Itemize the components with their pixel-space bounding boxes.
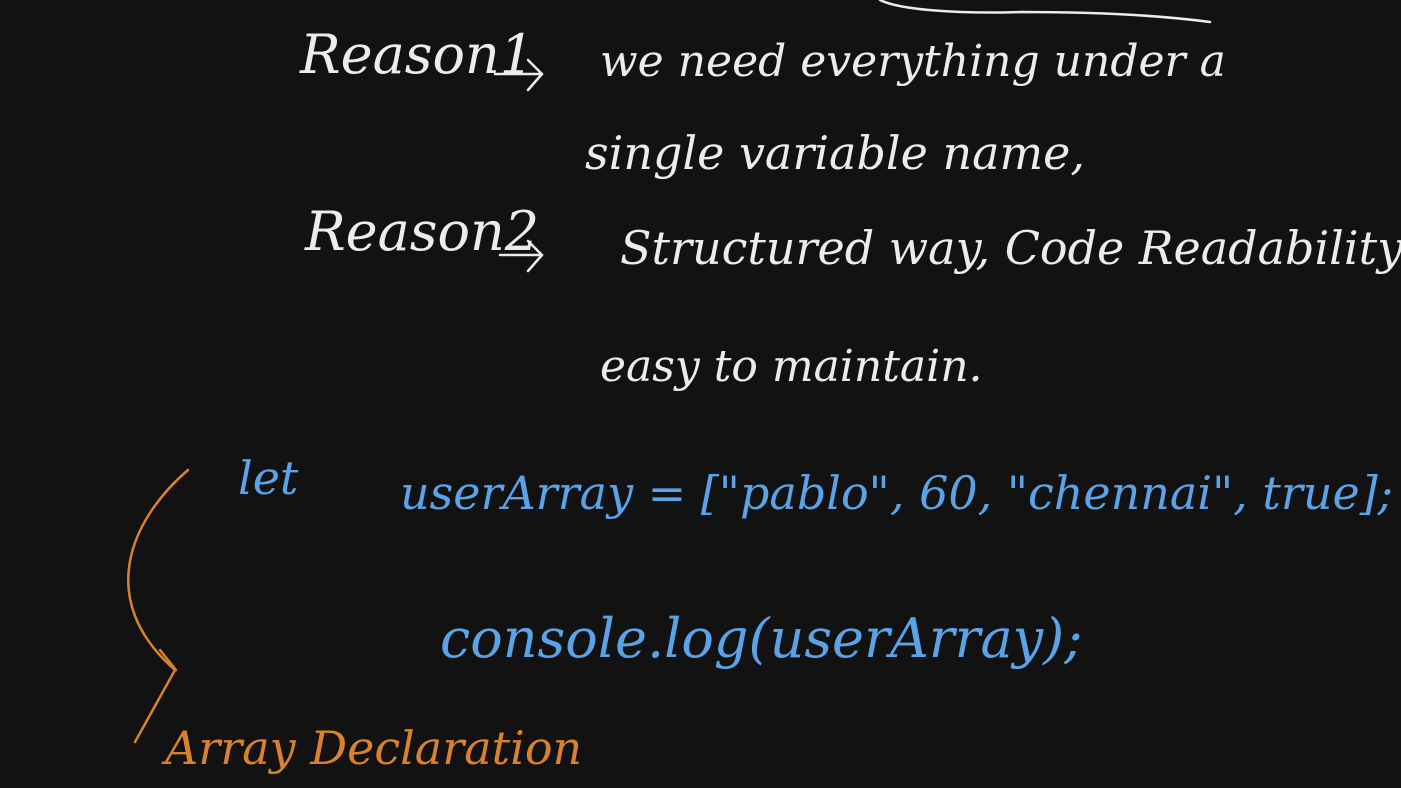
reason2-label: Reason2 [305,200,540,263]
reason1-line1: we need everything under a [600,36,1226,87]
code-let-keyword: let [238,451,299,505]
reason1-label: Reason1 [300,23,535,86]
whiteboard-canvas: Reason1 we need everything under a singl… [0,0,1401,788]
code-console-log: console.log(userArray); [440,607,1083,670]
reason2-line1: Structured way, Code Readability [620,221,1401,275]
reason2-line2: easy to maintain. [600,341,983,392]
array-declaration-label: Array Declaration [165,721,583,775]
top-cutoff-stroke [878,0,1212,24]
reason1-line2: single variable name, [585,126,1086,180]
code-array-statement: userArray = ["pablo", 60, "chennai", tru… [400,466,1394,520]
curved-bracket-arrow-icon [126,468,190,744]
